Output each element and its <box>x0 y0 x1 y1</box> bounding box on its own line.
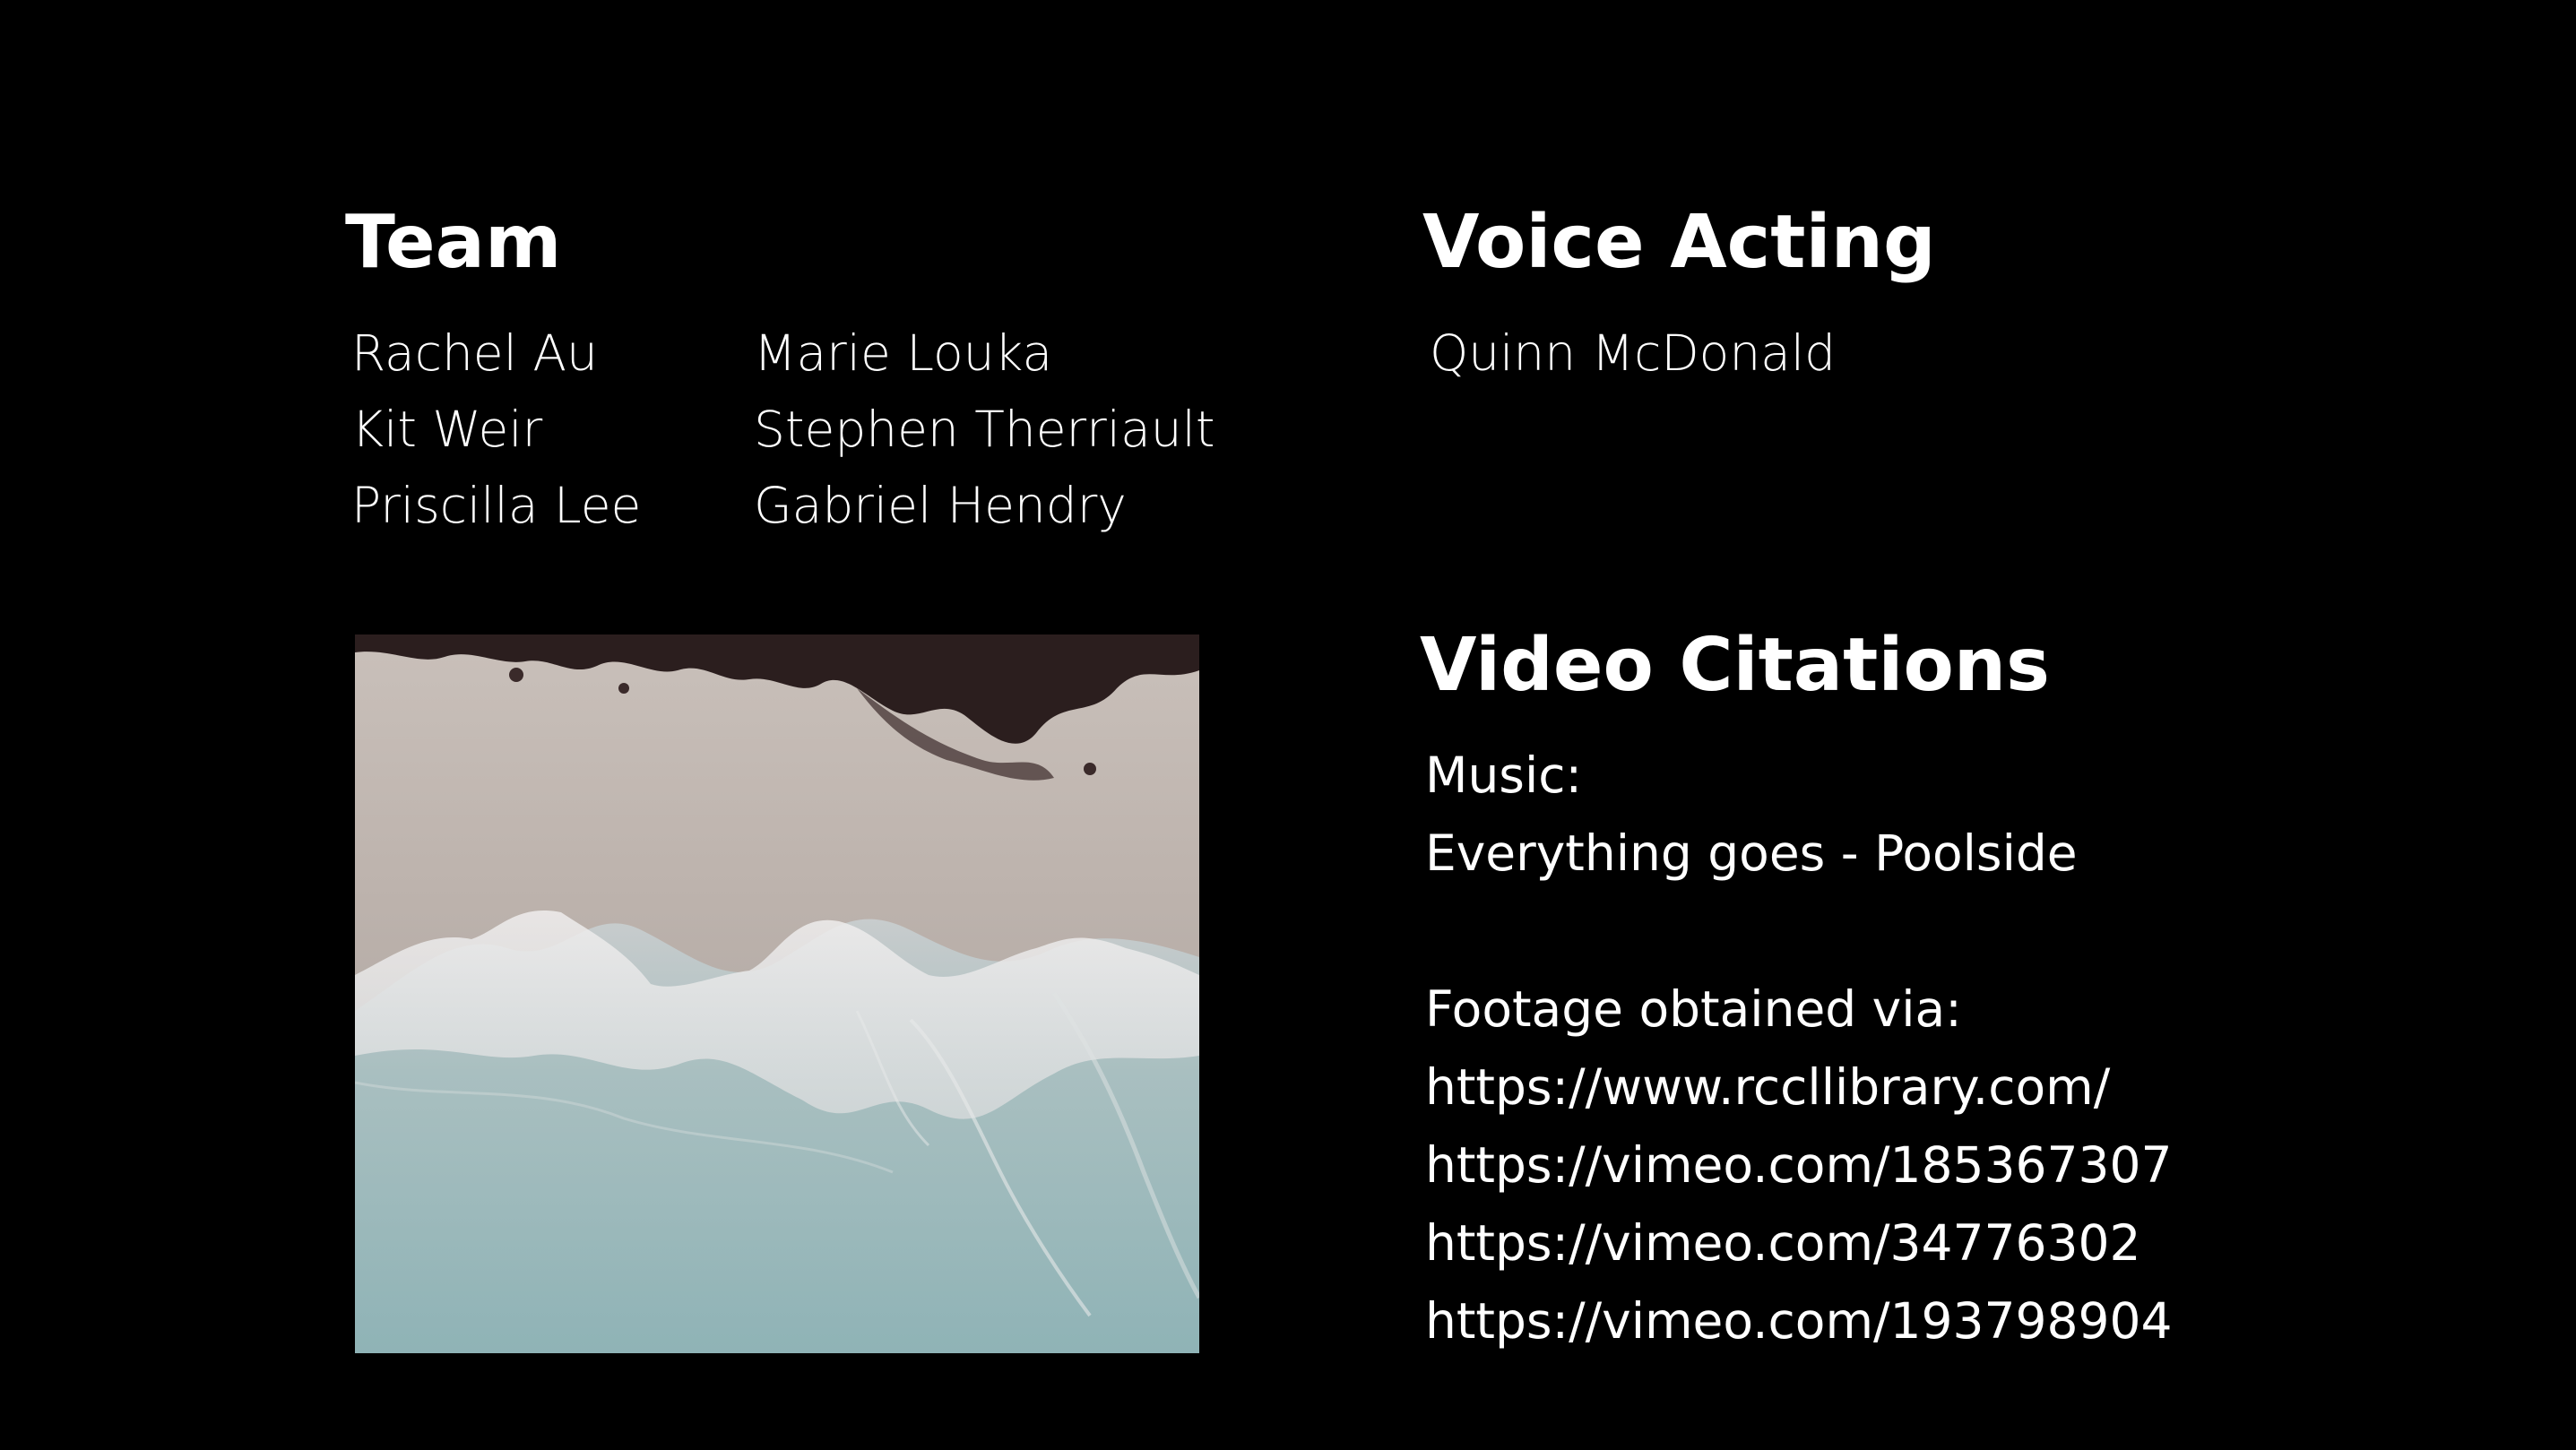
beach-aerial-image <box>355 634 1199 1353</box>
team-member: Stephen Therriault <box>754 401 1215 458</box>
video-citations-heading: Video Citations <box>1420 623 2050 708</box>
team-column-1: Rachel Au Kit Weir Priscilla Lee <box>351 315 641 544</box>
team-member: Marie Louka <box>754 324 1053 382</box>
footage-link: https://vimeo.com/193798904 <box>1425 1292 2173 1350</box>
footage-label: Footage obtained via: <box>1425 980 1962 1038</box>
team-column-2: Marie Louka Stephen Therriault Gabriel H… <box>754 315 1215 544</box>
music-track: Everything goes - Poolside <box>1425 824 2078 882</box>
team-heading: Team <box>345 200 562 285</box>
footage-link: https://www.rccllibrary.com/ <box>1425 1058 2111 1116</box>
voice-actor: Quinn McDonald <box>1430 324 1837 382</box>
voice-acting-list: Quinn McDonald <box>1430 315 1836 392</box>
team-member: Kit Weir <box>351 401 543 458</box>
footage-link: https://vimeo.com/185367307 <box>1425 1136 2173 1194</box>
footage-link: https://vimeo.com/34776302 <box>1425 1214 2141 1272</box>
music-label: Music: <box>1425 747 1583 804</box>
team-member: Gabriel Hendry <box>754 477 1127 534</box>
team-member: Priscilla Lee <box>351 477 642 534</box>
team-member: Rachel Au <box>351 324 598 382</box>
beach-aerial-illustration <box>355 634 1199 1353</box>
voice-acting-heading: Voice Acting <box>1422 200 1936 285</box>
video-citations-list: Music: Everything goes - Poolside Footag… <box>1425 737 2173 1360</box>
